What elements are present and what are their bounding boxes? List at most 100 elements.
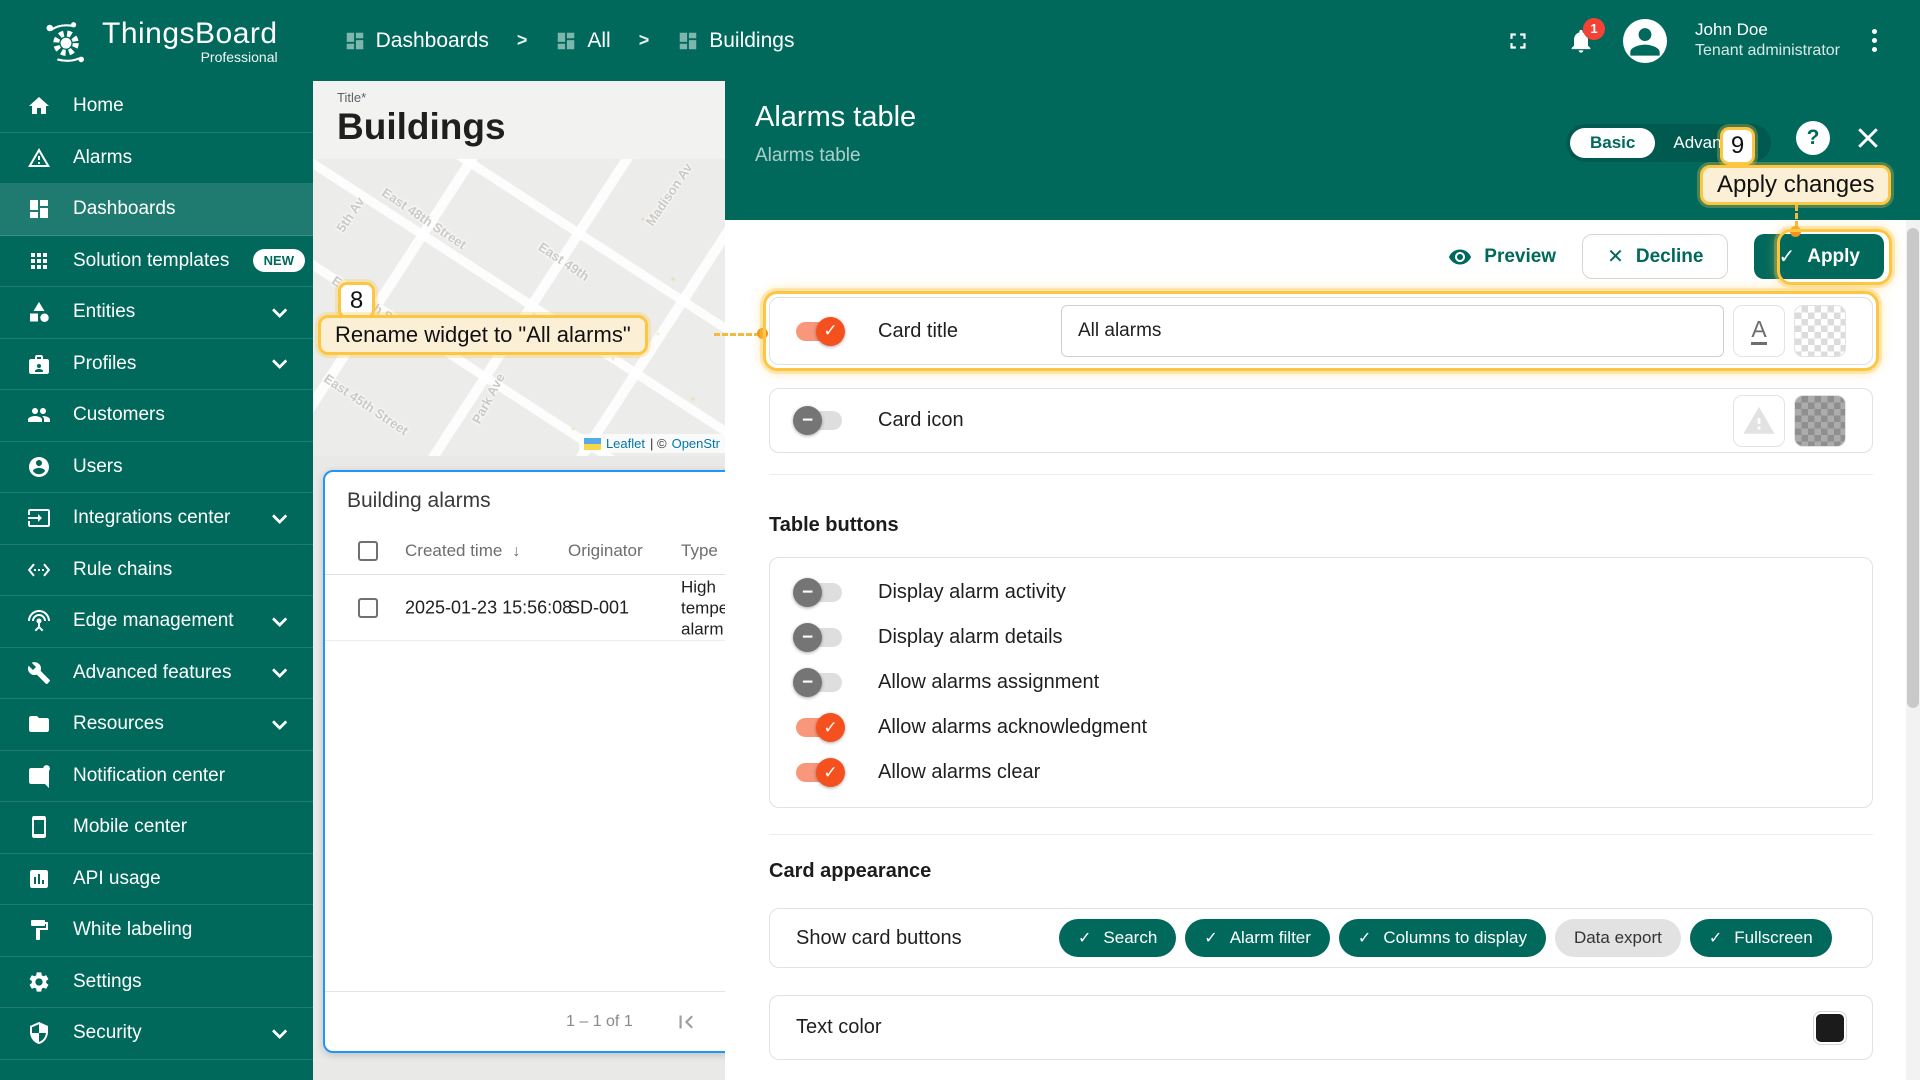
building-alarms-widget[interactable]: Building alarms Created time↓ Originator… [323, 470, 725, 1053]
user-name: John Doe [1695, 19, 1840, 41]
cell-type: High temperature alarm [681, 576, 725, 639]
dashboards-icon [27, 197, 51, 221]
leaflet-link[interactable]: Leaflet [606, 436, 645, 451]
preview-button[interactable]: Preview [1448, 234, 1556, 279]
toggle-row-allow-alarms-assignment: Allow alarms assignment [796, 660, 1846, 705]
section-divider [769, 834, 1873, 835]
openstreetmap-link[interactable]: OpenStr [672, 436, 720, 451]
sidebar-item-dashboards[interactable]: Dashboards [0, 184, 313, 236]
column-type[interactable]: Type [681, 541, 718, 561]
annotation-connector [714, 333, 760, 336]
toggle-row-allow-alarms-acknowledgment: Allow alarms acknowledgment [796, 705, 1846, 750]
dashboard-grid-icon [555, 30, 577, 52]
api-usage-icon [27, 867, 51, 891]
sidebar-item-customers[interactable]: Customers [0, 390, 313, 442]
chip-columns-to-display[interactable]: Columns to display [1339, 919, 1546, 957]
sidebar-item-resources[interactable]: Resources [0, 699, 313, 751]
widget-title: Building alarms [325, 472, 725, 513]
card-title-row: Card title A [769, 297, 1873, 365]
thingsboard-logo[interactable]: ThingsBoard Professional [40, 15, 278, 67]
dashboard-title[interactable]: Buildings [337, 106, 725, 148]
sidebar-item-rule-chains[interactable]: Rule chains [0, 545, 313, 597]
notifications-bell-icon[interactable]: 1 [1567, 27, 1595, 55]
profiles-icon [27, 352, 51, 376]
sidebar-item-mobile-center[interactable]: Mobile center [0, 802, 313, 854]
sidebar-item-integrations-center[interactable]: Integrations center [0, 493, 313, 545]
chip-fullscreen[interactable]: Fullscreen [1690, 919, 1832, 957]
display-alarm-activity-toggle[interactable] [796, 583, 842, 602]
sidebar-item-notification-center[interactable]: Notification center [0, 751, 313, 803]
title-background-color-button[interactable] [1794, 305, 1846, 357]
cell-created-time: 2025-01-23 15:56:08 [405, 597, 572, 618]
breadcrumb-buildings[interactable]: Buildings [677, 29, 794, 53]
mobile-center-icon [27, 815, 51, 839]
dashboard-preview-column: Title* Buildings 5th Av East 48th Street… [313, 81, 725, 1080]
apply-button[interactable]: ✓ Apply [1754, 234, 1884, 279]
sidebar-item-alarms[interactable]: Alarms [0, 133, 313, 185]
breadcrumb-all[interactable]: All [555, 29, 610, 53]
fullscreen-icon[interactable] [1505, 28, 1531, 54]
alarm-table-row[interactable]: 2025-01-23 15:56:08 SD-001 High temperat… [325, 575, 725, 641]
basic-tab[interactable]: Basic [1570, 128, 1655, 158]
more-menu-icon[interactable] [1868, 25, 1880, 56]
panel-scrollbar[interactable] [1906, 220, 1920, 1080]
sidebar-item-entities[interactable]: Entities [0, 287, 313, 339]
card-buttons-chips: Search Alarm filter Columns to display D… [1059, 919, 1832, 957]
sidebar-item-solution-templates[interactable]: Solution templates NEW [0, 236, 313, 288]
card-icon-label: Card icon [878, 409, 1061, 432]
ukraine-flag-icon [584, 438, 601, 450]
chevron-down-icon [272, 354, 288, 370]
section-divider [769, 474, 1873, 475]
annotation-connector [1795, 205, 1798, 227]
icon-placeholder-button[interactable] [1733, 395, 1785, 447]
card-title-input[interactable] [1061, 305, 1724, 357]
chip-alarm-filter[interactable]: Alarm filter [1185, 919, 1330, 957]
eye-icon [1448, 245, 1472, 269]
sidebar-item-home[interactable]: Home [0, 81, 313, 133]
decline-button[interactable]: ✕ Decline [1582, 234, 1728, 279]
close-icon[interactable] [1853, 123, 1883, 153]
breadcrumb-dashboards[interactable]: Dashboards [344, 29, 489, 53]
sidebar-item-settings[interactable]: Settings [0, 957, 313, 1009]
notification-count-badge: 1 [1583, 18, 1605, 40]
text-color-swatch[interactable] [1814, 1012, 1846, 1044]
allow-alarms-assignment-toggle[interactable] [796, 673, 842, 692]
card-icon-toggle[interactable] [796, 411, 842, 430]
icon-color-button[interactable] [1794, 395, 1846, 447]
first-page-icon[interactable] [673, 1009, 699, 1035]
scrollbar-thumb[interactable] [1907, 228, 1919, 708]
card-title-toggle[interactable] [796, 322, 842, 341]
panel-title: Alarms table [755, 101, 916, 134]
sidebar-item-security[interactable]: Security [0, 1008, 313, 1060]
security-icon [27, 1021, 51, 1045]
toggle-row-display-alarm-details: Display alarm details [796, 615, 1846, 660]
sidebar-item-edge-management[interactable]: Edge management [0, 596, 313, 648]
chip-data-export[interactable]: Data export [1555, 919, 1681, 957]
avatar[interactable] [1623, 19, 1667, 63]
column-created-time[interactable]: Created time↓ [405, 541, 520, 561]
integrations-center-icon [27, 506, 51, 530]
sidebar-item-users[interactable]: Users [0, 442, 313, 494]
check-icon: ✓ [1778, 244, 1795, 269]
row-checkbox[interactable] [358, 598, 378, 618]
allow-alarms-acknowledgment-toggle[interactable] [796, 718, 842, 737]
select-all-checkbox[interactable] [358, 541, 378, 561]
solution-templates-icon [27, 249, 51, 273]
breadcrumb: Dashboards > All > Buildings [344, 29, 795, 53]
title-font-color-button[interactable]: A [1733, 305, 1785, 357]
column-originator[interactable]: Originator [568, 541, 643, 561]
display-alarm-details-toggle[interactable] [796, 628, 842, 647]
sidebar-item-api-usage[interactable]: API usage [0, 854, 313, 906]
chip-search[interactable]: Search [1059, 919, 1176, 957]
annotation-step-8-callout: Rename widget to "All alarms" [318, 315, 648, 355]
sidebar-item-advanced-features[interactable]: Advanced features [0, 648, 313, 700]
sidebar-item-white-labeling[interactable]: White labeling [0, 905, 313, 957]
sidebar-item-profiles[interactable]: Profiles [0, 339, 313, 391]
show-card-buttons-row: Show card buttons Search Alarm filter Co… [769, 908, 1873, 968]
map-attribution: Leaflet | © OpenStr [579, 434, 725, 453]
allow-alarms-clear-toggle[interactable] [796, 763, 842, 782]
chevron-down-icon [272, 302, 288, 318]
help-icon[interactable]: ? [1796, 121, 1830, 155]
show-card-buttons-label: Show card buttons [796, 927, 1059, 950]
sort-desc-icon[interactable]: ↓ [512, 543, 520, 561]
